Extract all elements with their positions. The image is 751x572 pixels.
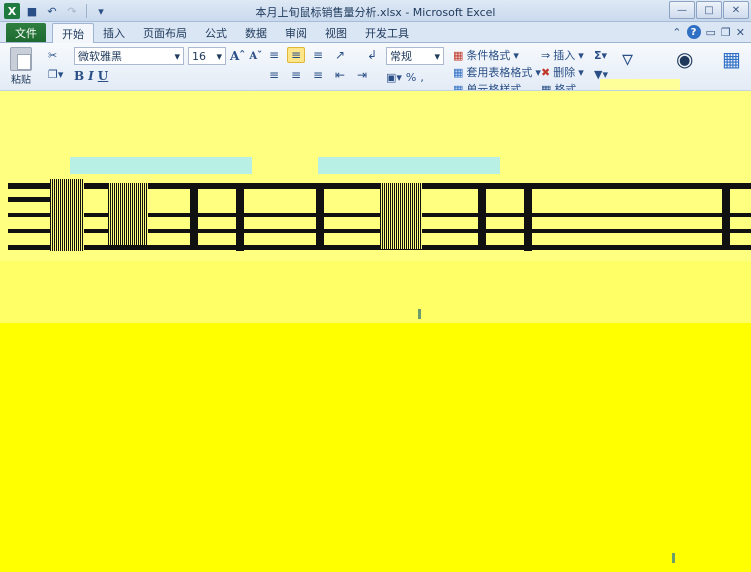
corrupt-region-lower xyxy=(0,323,751,572)
title-bar: X ■ ↶ ↷ ▾ 本月上旬鼠标销售量分析.xlsx - Microsoft E… xyxy=(0,0,751,22)
underline-icon[interactable]: U xyxy=(98,69,108,83)
italic-icon[interactable]: I xyxy=(88,69,94,83)
corrupt-speck xyxy=(418,309,421,319)
table-icon: ▦ xyxy=(453,65,464,79)
format-cells-icon: ▦ xyxy=(541,82,552,91)
align-bottom-icon[interactable]: ≡ xyxy=(309,47,327,63)
corrupt-cyan-bar xyxy=(70,157,252,174)
paste-icon xyxy=(10,47,32,71)
decrease-indent-icon[interactable]: ⇤ xyxy=(331,67,349,83)
wrap-text-icon[interactable]: ↲ xyxy=(363,47,381,63)
chevron-down-icon: ▾ xyxy=(174,49,180,63)
tab-home[interactable]: 开始 xyxy=(52,23,94,43)
tab-page-layout[interactable]: 页面布局 xyxy=(134,23,196,43)
grid-icon: ▦ xyxy=(722,47,741,71)
tab-developer[interactable]: 开发工具 xyxy=(356,23,418,43)
cut-icon[interactable]: ✂ xyxy=(48,47,63,63)
tab-file[interactable]: 文件 xyxy=(6,23,46,42)
chevron-down-icon: ▾ xyxy=(434,49,440,63)
window-title: 本月上旬鼠标销售量分析.xlsx - Microsoft Excel xyxy=(255,6,496,19)
corrupt-glyph-block xyxy=(722,185,730,247)
corrupt-glyph-block xyxy=(190,185,198,247)
copy-icon[interactable]: ❐▾ xyxy=(48,66,63,82)
number-format-combo[interactable]: 常规 ▾ xyxy=(386,47,444,65)
delete-cells-icon: ✖ xyxy=(541,65,551,79)
insert-cells-button[interactable]: ⇒ 插入 ▾ xyxy=(541,47,584,63)
conditional-format-icon: ▦ xyxy=(453,48,464,62)
workbook-restore-icon[interactable]: ❐ xyxy=(721,26,731,39)
orientation-icon[interactable]: ↗ xyxy=(331,47,349,63)
corrupt-glyph-block xyxy=(236,183,244,251)
percent-icon[interactable]: % xyxy=(406,69,416,85)
extra-button[interactable]: ▦ xyxy=(722,47,741,71)
corrupt-region-mid xyxy=(0,261,751,323)
corrupt-glyph-block xyxy=(524,183,532,251)
ribbon-home: 粘贴 ✂ ❐▾ 微软雅黑 ▾ 16 ▾ Aˆ Aˇ B I U ≡ ≡ ≡ ↗ … xyxy=(0,43,751,91)
ribbon-tabs: 文件 开始 插入 页面布局 公式 数据 审阅 视图 开发工具 ⌃ ? ▭ ❐ ✕ xyxy=(0,22,751,43)
tab-formulas[interactable]: 公式 xyxy=(196,23,236,43)
conditional-format-button[interactable]: ▦ 条件格式 ▾ xyxy=(453,47,541,63)
collapse-ribbon-icon[interactable]: ⌃ xyxy=(672,26,681,39)
currency-icon[interactable]: ▣▾ xyxy=(386,69,402,85)
styles-group: ▦ 条件格式 ▾ ▦ 套用表格格式 ▾ ▦ 单元格样式 xyxy=(453,47,541,91)
tab-view[interactable]: 视图 xyxy=(316,23,356,43)
worksheet-area[interactable] xyxy=(0,91,751,572)
sort-filter-button[interactable]: ▿ xyxy=(622,47,633,72)
corrupt-glyph-block xyxy=(108,183,148,245)
bold-icon[interactable]: B xyxy=(74,69,84,83)
ribbon-right-controls: ⌃ ? ▭ ❐ ✕ xyxy=(672,25,745,39)
tab-review[interactable]: 审阅 xyxy=(276,23,316,43)
cells-group: ⇒ 插入 ▾ ✖ 删除 ▾ ▦ 格式 xyxy=(541,47,584,91)
font-group: 微软雅黑 ▾ 16 ▾ Aˆ Aˇ B I U xyxy=(74,47,262,83)
autosum-icon[interactable]: Σ▾ xyxy=(594,47,608,63)
corrupt-glyph-block xyxy=(316,185,324,245)
tab-list: 开始 插入 页面布局 公式 数据 审阅 视图 开发工具 xyxy=(52,23,418,43)
corrupt-speck xyxy=(672,553,675,563)
chevron-down-icon: ▾ xyxy=(578,65,584,79)
align-right-icon[interactable]: ≡ xyxy=(309,67,327,83)
font-size-combo[interactable]: 16 ▾ xyxy=(188,47,226,65)
align-center-icon[interactable]: ≡ xyxy=(287,67,305,83)
paste-button[interactable]: 粘贴 xyxy=(10,47,32,86)
comma-icon[interactable]: , xyxy=(420,69,424,85)
tab-data[interactable]: 数据 xyxy=(236,23,276,43)
corrupt-strip xyxy=(600,79,680,90)
window-controls: — □ ✕ xyxy=(669,1,749,19)
format-as-table-button[interactable]: ▦ 套用表格格式 ▾ xyxy=(453,64,541,80)
minimize-icon[interactable]: — xyxy=(669,1,695,19)
chevron-down-icon: ▾ xyxy=(216,49,222,63)
close-icon[interactable]: ✕ xyxy=(723,1,749,19)
tab-insert[interactable]: 插入 xyxy=(94,23,134,43)
grow-font-icon[interactable]: Aˆ xyxy=(230,49,245,63)
chevron-down-icon: ▾ xyxy=(513,48,519,62)
help-icon[interactable]: ? xyxy=(686,25,701,39)
chevron-down-icon: ▾ xyxy=(578,48,584,62)
binoculars-icon: ◉ xyxy=(676,47,694,71)
shrink-font-icon[interactable]: Aˇ xyxy=(249,51,262,62)
clipboard-group: 粘贴 xyxy=(10,47,32,86)
align-top-icon[interactable]: ≡ xyxy=(265,47,283,63)
corrupt-cyan-bar xyxy=(318,157,500,174)
align-left-icon[interactable]: ≡ xyxy=(265,67,283,83)
corrupt-glyph-block xyxy=(50,179,84,251)
sort-filter-icon: ▿ xyxy=(622,47,634,72)
font-name-combo[interactable]: 微软雅黑 ▾ xyxy=(74,47,184,65)
clipboard-small: ✂ ❐▾ xyxy=(48,47,63,82)
number-group: 常规 ▾ ▣▾ % , xyxy=(386,47,444,85)
maximize-icon[interactable]: □ xyxy=(696,1,722,19)
align-middle-icon[interactable]: ≡ xyxy=(287,47,305,63)
cell-styles-button[interactable]: ▦ 单元格样式 xyxy=(453,81,541,91)
increase-indent-icon[interactable]: ⇥ xyxy=(353,67,371,83)
cell-styles-icon: ▦ xyxy=(453,82,464,91)
workbook-close-icon[interactable]: ✕ xyxy=(736,26,745,39)
insert-cells-icon: ⇒ xyxy=(541,48,551,62)
workbook-minimize-icon[interactable]: ▭ xyxy=(706,26,716,39)
find-select-button[interactable]: ◉ xyxy=(676,47,693,71)
editing-group: Σ▾ ▼▾ xyxy=(594,47,608,82)
corrupt-glyph-block xyxy=(380,183,422,249)
corrupt-glyph-block xyxy=(478,185,486,247)
format-cells-button[interactable]: ▦ 格式 xyxy=(541,81,584,91)
delete-cells-button[interactable]: ✖ 删除 ▾ xyxy=(541,64,584,80)
alignment-group: ≡ ≡ ≡ ↗ ↲ ≡ ≡ ≡ ⇤ ⇥ xyxy=(265,47,381,83)
